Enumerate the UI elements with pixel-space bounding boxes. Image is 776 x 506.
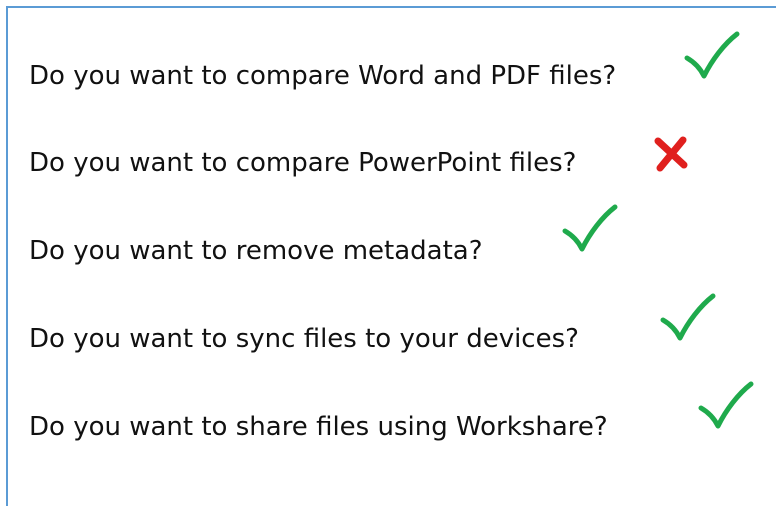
question-remove-metadata: Do you want to remove metadata? bbox=[29, 236, 483, 266]
panel-border-left bbox=[6, 6, 8, 506]
question-panel: Do you want to compare Word and PDF file… bbox=[0, 0, 776, 506]
question-share-workshare: Do you want to share files using Worksha… bbox=[29, 412, 608, 442]
check-icon bbox=[682, 30, 742, 80]
check-icon bbox=[658, 292, 718, 342]
cross-icon bbox=[652, 135, 692, 175]
question-compare-powerpoint: Do you want to compare PowerPoint files? bbox=[29, 148, 577, 178]
check-icon bbox=[560, 203, 620, 253]
panel-border-top bbox=[6, 6, 776, 8]
question-compare-word-pdf: Do you want to compare Word and PDF file… bbox=[29, 61, 617, 91]
question-sync-devices: Do you want to sync files to your device… bbox=[29, 324, 579, 354]
check-icon bbox=[696, 380, 756, 430]
